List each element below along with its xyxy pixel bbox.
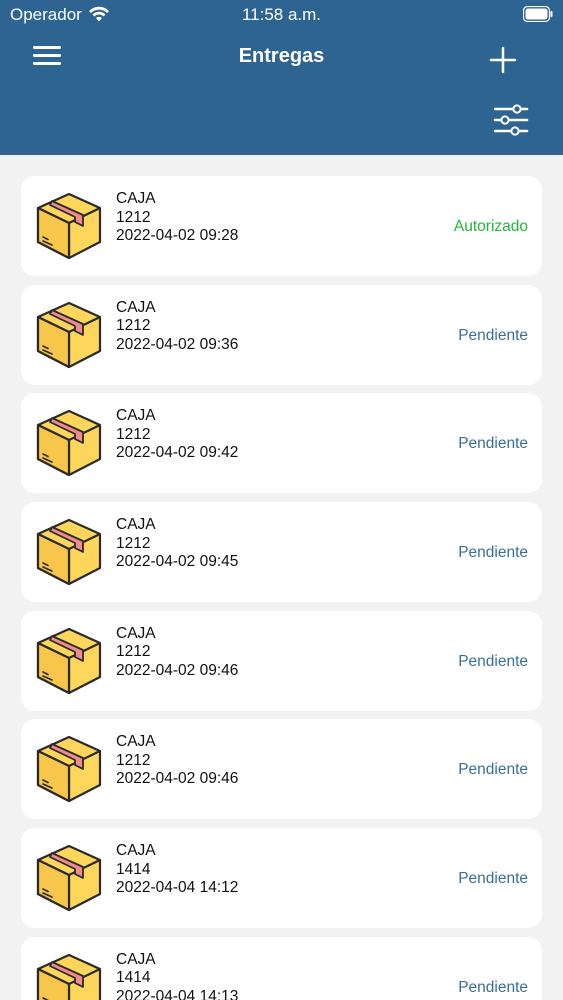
delivery-code: 1212 <box>116 425 151 443</box>
status-label: Pendiente <box>458 761 528 779</box>
battery-icon <box>523 6 553 22</box>
status-label: Pendiente <box>458 435 528 453</box>
delivery-datetime: 2022-04-02 09:36 <box>116 335 239 353</box>
delivery-card[interactable]: CAJA 1414 2022-04-04 14:12 Pendiente <box>21 828 542 929</box>
status-label: Pendiente <box>458 544 528 562</box>
delivery-card[interactable]: CAJA 1212 2022-04-02 09:42 Pendiente <box>21 393 542 494</box>
delivery-info: CAJA 1212 2022-04-02 09:36 <box>116 299 238 355</box>
delivery-type: CAJA <box>116 298 156 316</box>
deliveries-list: CAJA 1212 2022-04-02 09:28 Autorizado CA… <box>21 176 542 1000</box>
delivery-info: CAJA 1212 2022-04-02 09:46 <box>116 625 238 681</box>
app-header: Operador 11:58 a.m. Entregas <box>0 0 563 155</box>
delivery-info: CAJA 1212 2022-04-02 09:42 <box>116 407 238 463</box>
filter-icon[interactable] <box>493 104 529 136</box>
status-label: Pendiente <box>458 978 528 996</box>
delivery-info: CAJA 1212 2022-04-02 09:46 <box>116 733 238 789</box>
delivery-datetime: 2022-04-04 14:13 <box>116 987 239 1000</box>
delivery-type: CAJA <box>116 950 156 968</box>
delivery-code: 1212 <box>116 208 151 226</box>
package-box-icon <box>36 410 102 477</box>
delivery-info: CAJA 1414 2022-04-04 14:13 <box>116 951 238 1000</box>
status-label: Pendiente <box>458 326 528 344</box>
delivery-card[interactable]: CAJA 1212 2022-04-02 09:36 Pendiente <box>21 284 542 385</box>
delivery-code: 1414 <box>116 860 151 878</box>
add-icon[interactable] <box>488 46 518 76</box>
delivery-code: 1212 <box>116 534 151 552</box>
delivery-code: 1212 <box>116 317 151 335</box>
package-box-icon <box>36 518 102 586</box>
status-label: Pendiente <box>458 652 528 670</box>
delivery-datetime: 2022-04-04 14:12 <box>116 879 239 897</box>
delivery-datetime: 2022-04-02 09:28 <box>116 227 239 244</box>
delivery-type: CAJA <box>116 190 156 207</box>
delivery-info: CAJA 1212 2022-04-02 09:28 <box>116 190 238 246</box>
delivery-card[interactable]: CAJA 1212 2022-04-02 09:46 Pendiente <box>21 610 542 711</box>
delivery-type: CAJA <box>116 624 156 642</box>
delivery-code: 1212 <box>116 643 151 661</box>
status-label: Pendiente <box>458 870 528 888</box>
delivery-card[interactable]: CAJA 1212 2022-04-02 09:28 Autorizado <box>21 176 542 276</box>
page-title: Entregas <box>238 45 325 67</box>
delivery-code: 1212 <box>116 751 151 769</box>
delivery-datetime: 2022-04-02 09:46 <box>116 770 239 788</box>
delivery-code: 1414 <box>116 969 151 987</box>
delivery-datetime: 2022-04-02 09:46 <box>116 661 239 679</box>
package-box-icon <box>36 192 102 260</box>
delivery-datetime: 2022-04-02 09:42 <box>116 444 239 462</box>
delivery-card[interactable]: CAJA 1212 2022-04-02 09:46 Pendiente <box>21 719 542 820</box>
delivery-card[interactable]: CAJA 1212 2022-04-02 09:45 Pendiente <box>21 502 542 603</box>
delivery-type: CAJA <box>116 733 156 751</box>
delivery-info: CAJA 1414 2022-04-04 14:12 <box>116 842 238 898</box>
delivery-type: CAJA <box>116 407 156 425</box>
package-box-icon <box>36 953 102 1000</box>
status-bar: Operador 11:58 a.m. <box>0 0 563 30</box>
delivery-info: CAJA 1212 2022-04-02 09:45 <box>116 516 238 572</box>
status-label: Autorizado <box>453 218 528 235</box>
delivery-card[interactable]: CAJA 1414 2022-04-04 14:13 Pendiente <box>21 936 542 1000</box>
package-box-icon <box>36 627 102 694</box>
package-box-icon <box>36 736 102 803</box>
clock-label: 11:58 a.m. <box>241 5 322 24</box>
package-box-icon <box>36 301 102 368</box>
package-box-icon <box>36 845 102 912</box>
delivery-type: CAJA <box>116 516 156 534</box>
delivery-type: CAJA <box>116 842 156 860</box>
delivery-datetime: 2022-04-02 09:45 <box>116 553 239 571</box>
